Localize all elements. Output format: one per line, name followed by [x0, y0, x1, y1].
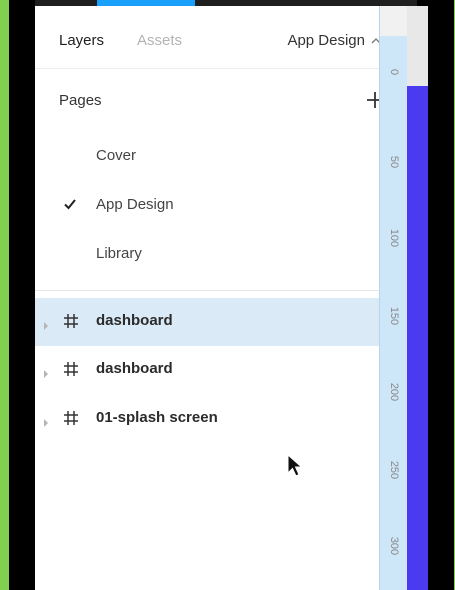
app-window: Layers Assets App Design Pages Cover App… [9, 0, 454, 590]
page-switcher[interactable]: App Design [287, 32, 381, 49]
ruler-tick: 0 [388, 68, 400, 76]
layer-label: dashboard [96, 360, 173, 377]
frame-hash-icon [62, 360, 80, 378]
caret-right-icon[interactable] [43, 317, 49, 330]
checkmark-icon [63, 197, 77, 211]
canvas-background [407, 6, 428, 86]
current-page-label: App Design [287, 32, 365, 49]
ruler-tick: 50 [388, 155, 400, 169]
pages-title: Pages [59, 92, 102, 109]
frame-hash-icon [62, 409, 80, 427]
page-item-library[interactable]: Library [35, 232, 405, 276]
frame-hash-icon [62, 312, 80, 330]
layer-row-dashboard-2[interactable]: dashboard [35, 346, 391, 394]
layer-row-dashboard-1[interactable]: dashboard [35, 298, 391, 346]
canvas-frame[interactable] [407, 86, 428, 590]
layer-label: 01-splash screen [96, 409, 218, 426]
tab-assets[interactable]: Assets [137, 32, 182, 49]
page-item-label: Library [96, 245, 142, 262]
layer-label: dashboard [96, 312, 173, 329]
page-item-cover[interactable]: Cover [35, 134, 405, 178]
layers-list: dashboard dashboard 01-splash screen [35, 291, 405, 590]
page-item-label: App Design [96, 196, 174, 213]
pages-section: Pages Cover App Design Library [35, 68, 405, 291]
panel-header: Layers Assets App Design [35, 6, 405, 69]
layers-panel: Layers Assets App Design Pages Cover App… [35, 6, 405, 590]
layer-row-splash-screen[interactable]: 01-splash screen [35, 395, 391, 443]
caret-right-icon[interactable] [43, 414, 49, 427]
mouse-cursor-icon [287, 453, 303, 478]
page-item-app-design[interactable]: App Design [35, 183, 405, 227]
ruler-tick: 250 [388, 460, 400, 480]
tab-layers[interactable]: Layers [59, 32, 104, 49]
caret-right-icon[interactable] [43, 365, 49, 378]
vertical-ruler: 0 50 100 150 200 250 300 [379, 6, 408, 590]
ruler-tick: 150 [388, 306, 400, 326]
ruler-corner [380, 6, 408, 36]
ruler-tick: 200 [388, 382, 400, 402]
ruler-tick: 300 [388, 536, 400, 556]
ruler-tick: 100 [388, 228, 400, 248]
page-item-label: Cover [96, 147, 137, 164]
